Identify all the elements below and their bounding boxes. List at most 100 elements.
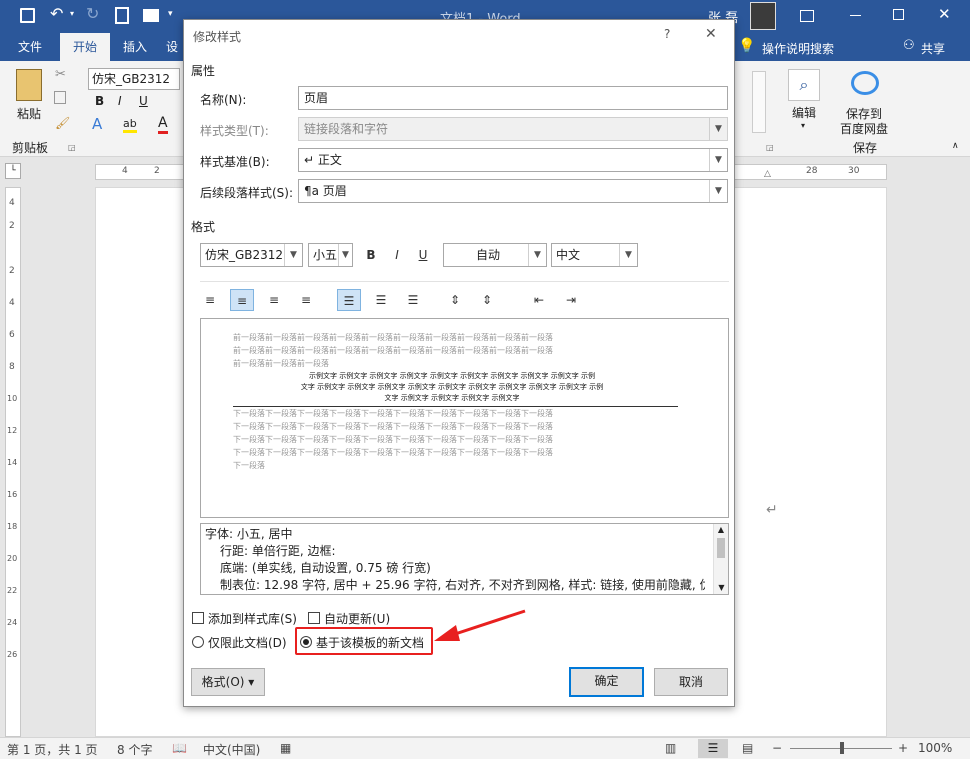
add-to-gallery-label[interactable]: 添加到样式库(S)	[208, 610, 297, 627]
space-before-icon[interactable]: ⇕	[443, 289, 467, 311]
color-select[interactable]: 自动 ▼	[443, 243, 547, 267]
align-center-icon[interactable]: ≡	[230, 289, 254, 311]
tab-file[interactable]: 文件	[0, 33, 60, 61]
cancel-button[interactable]: 取消	[654, 668, 728, 696]
scroll-thumb[interactable]	[717, 538, 725, 558]
tell-me-search[interactable]: 操作说明搜索	[762, 40, 834, 57]
undo-icon[interactable]: ↶	[50, 4, 63, 23]
open-folder-icon[interactable]	[143, 9, 159, 22]
bold-button[interactable]: B	[359, 244, 383, 266]
chevron-down-icon[interactable]: ▼	[709, 149, 727, 171]
save-icon[interactable]	[20, 8, 35, 23]
ribbon-text-effects-icon[interactable]: A	[92, 115, 102, 133]
format-menu-button[interactable]: 格式(O) ▾	[191, 668, 265, 696]
new-docs-label[interactable]: 基于该模板的新文档	[316, 634, 424, 651]
word-count[interactable]: 8 个字	[117, 741, 152, 758]
justify-icon[interactable]: ≡	[294, 289, 318, 311]
undo-dropdown-icon[interactable]: ▾	[70, 9, 74, 18]
chevron-down-icon[interactable]: ▼	[528, 244, 546, 266]
increase-indent-icon[interactable]: ⇥	[559, 289, 583, 311]
tab-selector[interactable]: └	[5, 163, 21, 179]
one-half-spacing-icon[interactable]: ☰	[369, 289, 393, 311]
share-button[interactable]: 共享	[921, 40, 945, 57]
chevron-down-icon[interactable]: ▼	[619, 244, 637, 266]
ribbon-highlight-icon[interactable]: ab	[123, 117, 137, 133]
zoom-in-icon[interactable]: +	[898, 741, 908, 755]
paste-button[interactable]: 粘贴	[17, 105, 41, 122]
ribbon-bold-icon[interactable]: B	[95, 94, 104, 108]
single-spacing-icon[interactable]: ☰	[337, 289, 361, 311]
chevron-down-icon[interactable]: ▼	[709, 180, 727, 202]
read-mode-icon[interactable]: ▥	[665, 741, 676, 755]
macro-icon[interactable]: ▦	[280, 741, 291, 755]
underline-button[interactable]: U	[411, 244, 435, 266]
decrease-indent-icon[interactable]: ⇤	[527, 289, 551, 311]
edit-button[interactable]: 编辑	[792, 104, 816, 121]
right-indent-marker[interactable]: △	[764, 169, 771, 179]
edit-dropdown-icon[interactable]: ▾	[801, 121, 805, 130]
close-window-icon[interactable]: ✕	[938, 5, 951, 23]
minimize-icon[interactable]	[850, 15, 861, 16]
chevron-down-icon[interactable]: ▼	[284, 244, 302, 266]
font-select[interactable]: 仿宋_GB2312 ▼	[200, 243, 303, 267]
print-layout-icon[interactable]: ☰	[698, 739, 728, 758]
copy-icon[interactable]	[54, 91, 66, 104]
description-scrollbar[interactable]: ▲ ▼	[713, 524, 728, 594]
vertical-ruler[interactable]: 4 2 2 4 6 8 10 12 14 16 18 20 22 24 26	[5, 187, 21, 737]
ok-button[interactable]: 确定	[569, 667, 644, 697]
help-button[interactable]: ?	[664, 27, 670, 41]
save-to-label-2[interactable]: 百度网盘	[840, 120, 888, 137]
avatar[interactable]	[750, 2, 776, 30]
based-on-select[interactable]: ↵ 正文 ▼	[298, 148, 728, 172]
cut-icon[interactable]: ✂	[55, 67, 66, 82]
close-icon[interactable]: ✕	[705, 26, 717, 42]
print-preview-icon[interactable]	[115, 7, 129, 24]
next-style-select[interactable]: ¶a 页眉 ▼	[298, 179, 728, 203]
zoom-slider-thumb[interactable]	[840, 742, 844, 754]
baidu-cloud-icon[interactable]	[851, 71, 879, 95]
scroll-down-icon[interactable]: ▼	[714, 582, 728, 594]
preview-sample-line: 文字 示例文字 示例文字 示例文字 示例文字	[384, 394, 520, 402]
only-this-doc-radio[interactable]	[192, 636, 204, 648]
auto-update-checkbox[interactable]	[308, 612, 320, 624]
add-to-gallery-checkbox[interactable]	[192, 612, 204, 624]
scroll-up-icon[interactable]: ▲	[714, 524, 728, 536]
auto-update-label[interactable]: 自动更新(U)	[324, 610, 390, 627]
page-count[interactable]: 第 1 页，共 1 页	[7, 741, 98, 758]
format-painter-icon[interactable]: 🖌	[55, 116, 70, 130]
ribbon-font-box[interactable]: 仿宋_GB2312	[88, 68, 180, 90]
tab-insert[interactable]: 插入	[110, 33, 160, 61]
double-spacing-icon[interactable]: ☰	[401, 289, 425, 311]
ribbon-font-color-icon[interactable]: A	[158, 115, 168, 134]
collapse-ribbon-icon[interactable]: ∧	[952, 141, 959, 151]
name-field[interactable]: 页眉	[298, 86, 728, 110]
tab-design[interactable]: 设	[160, 33, 184, 61]
align-right-icon[interactable]: ≡	[262, 289, 286, 311]
language[interactable]: 中文(中国)	[203, 741, 260, 758]
maximize-icon[interactable]	[893, 9, 904, 20]
space-after-icon[interactable]: ⇕	[475, 289, 499, 311]
proofing-icon[interactable]: 📖	[172, 741, 187, 755]
preview-prev-line: 前一段落前一段落前一段落	[233, 359, 329, 368]
find-icon[interactable]: ⌕	[788, 69, 820, 101]
script-select[interactable]: 中文 ▼	[551, 243, 638, 267]
ribbon-underline-icon[interactable]: U	[139, 94, 148, 108]
only-this-doc-label[interactable]: 仅限此文档(D)	[208, 634, 287, 651]
quick-access-dropdown-icon[interactable]: ▾	[168, 9, 173, 19]
clipboard-group-label: 剪贴板	[12, 141, 49, 155]
size-select[interactable]: 小五 ▼	[308, 243, 353, 267]
chevron-down-icon[interactable]: ▼	[338, 244, 352, 266]
styles-scroll[interactable]	[752, 71, 766, 133]
paste-icon[interactable]	[16, 69, 42, 101]
tab-home[interactable]: 开始	[60, 33, 110, 61]
zoom-level[interactable]: 100%	[918, 741, 952, 755]
clipboard-launcher-icon[interactable]: ◲	[68, 143, 76, 152]
italic-button[interactable]: I	[385, 244, 409, 266]
ribbon-display-icon[interactable]	[800, 10, 814, 22]
zoom-out-icon[interactable]: −	[772, 741, 782, 755]
styles-launcher-icon[interactable]: ◲	[766, 143, 774, 152]
new-docs-radio[interactable]	[300, 636, 312, 648]
align-left-icon[interactable]: ≡	[198, 289, 222, 311]
ribbon-italic-icon[interactable]: I	[118, 94, 122, 108]
web-layout-icon[interactable]: ▤	[742, 741, 753, 755]
